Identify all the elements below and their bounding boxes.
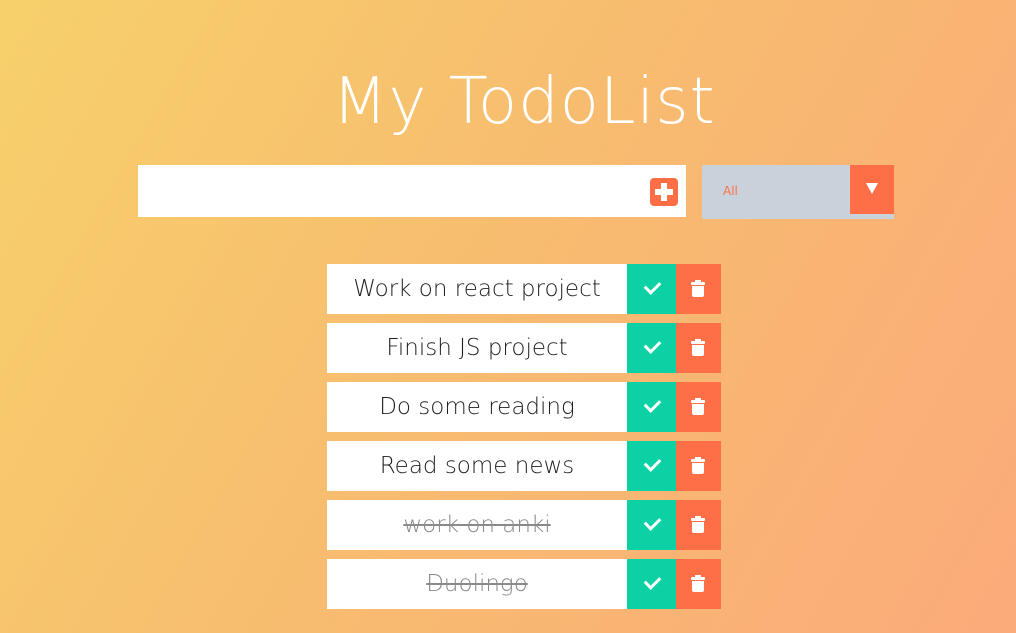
page-title: My TodoList [332, 64, 716, 139]
complete-button[interactable] [627, 323, 676, 373]
complete-button[interactable] [627, 500, 676, 550]
delete-button[interactable] [676, 500, 721, 550]
delete-button[interactable] [676, 264, 721, 314]
todo-text: Work on react project [327, 264, 627, 314]
filter-select[interactable]: All [702, 165, 894, 219]
check-icon [643, 395, 662, 413]
delete-button[interactable] [676, 441, 721, 491]
check-icon [643, 336, 662, 354]
trash-icon [691, 400, 705, 403]
delete-button[interactable] [676, 382, 721, 432]
trash-icon [691, 459, 705, 462]
filter-selected-value: All [723, 184, 738, 198]
todo-item: Finish JS project [327, 323, 721, 373]
trash-icon-body [692, 404, 704, 415]
todo-text: Finish JS project [327, 323, 627, 373]
trash-icon-body [692, 463, 704, 474]
todo-form [138, 165, 686, 217]
delete-button[interactable] [676, 323, 721, 373]
trash-icon [691, 282, 705, 285]
trash-icon [691, 341, 705, 344]
complete-button[interactable] [627, 559, 676, 609]
caret-down-icon [866, 183, 878, 194]
add-todo-button[interactable] [650, 178, 678, 206]
todo-item-completed: work on anki [327, 500, 721, 550]
todo-input[interactable] [138, 165, 638, 217]
filter-dropdown-button[interactable] [850, 165, 894, 214]
todo-text: work on anki [327, 500, 627, 550]
complete-button[interactable] [627, 264, 676, 314]
trash-icon-body [692, 286, 704, 297]
todo-item: Read some news [327, 441, 721, 491]
trash-icon-body [692, 522, 704, 533]
todo-text: Read some news [327, 441, 627, 491]
check-icon [643, 513, 662, 531]
delete-button[interactable] [676, 559, 721, 609]
todo-item: Do some reading [327, 382, 721, 432]
check-icon [643, 572, 662, 590]
trash-icon [691, 577, 705, 580]
todo-item: Work on react project [327, 264, 721, 314]
trash-icon-body [692, 581, 704, 592]
trash-icon-body [692, 345, 704, 356]
complete-button[interactable] [627, 382, 676, 432]
check-icon [643, 277, 662, 295]
todo-list: Work on react project Finish JS project … [327, 264, 721, 618]
todo-item-completed: Duolingo [327, 559, 721, 609]
trash-icon [691, 518, 705, 521]
plus-icon-vertical [661, 183, 667, 201]
todo-text: Do some reading [327, 382, 627, 432]
check-icon [643, 454, 662, 472]
complete-button[interactable] [627, 441, 676, 491]
todo-text: Duolingo [327, 559, 627, 609]
